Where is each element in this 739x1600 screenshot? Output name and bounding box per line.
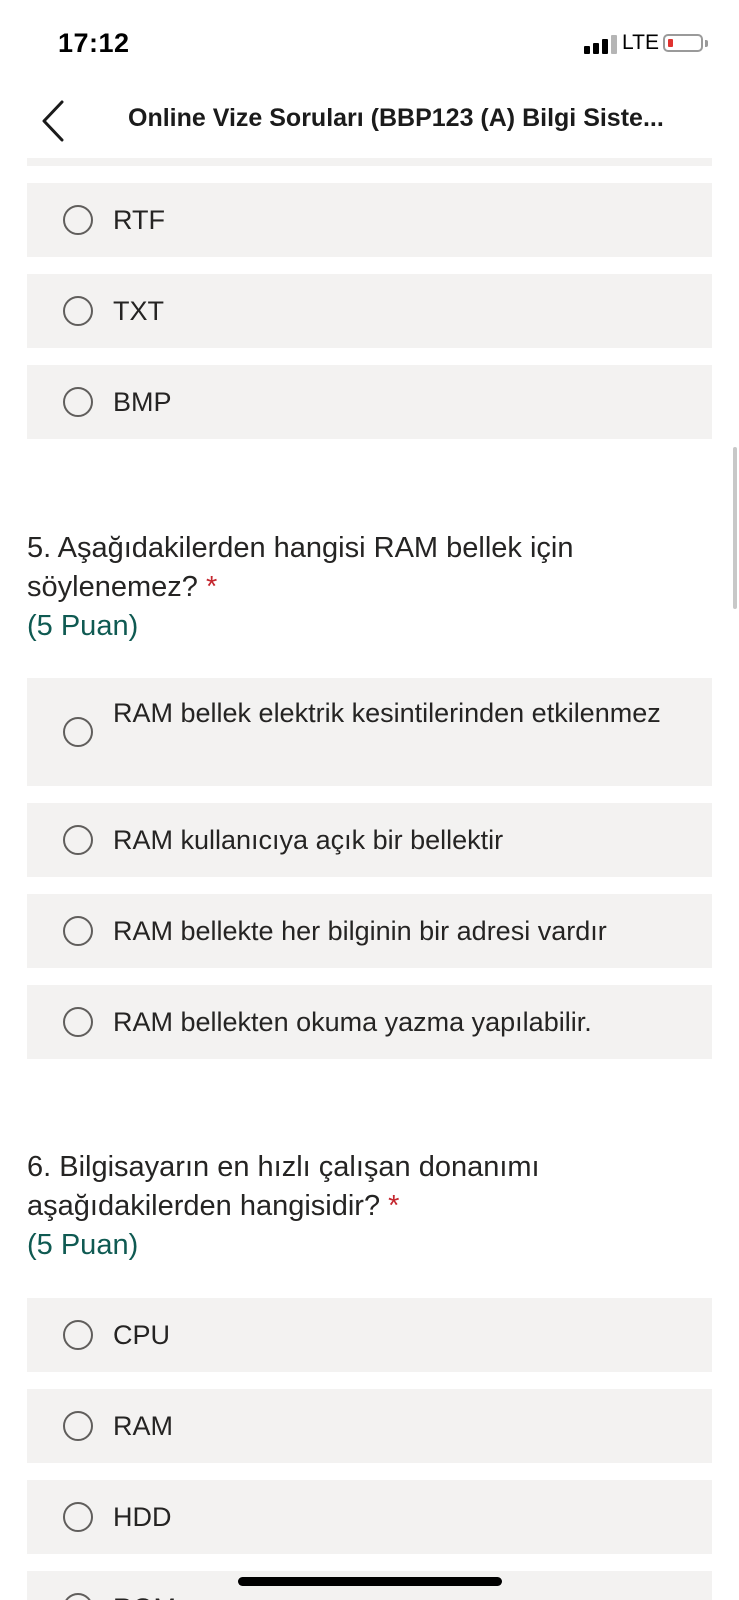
required-mark: * [205,571,218,603]
status-bar: 17:12 LTE [0,0,739,88]
radio-button[interactable] [63,387,93,417]
option-q4-bmp[interactable]: BMP [27,365,712,439]
battery-nub [705,40,708,47]
battery-low-icon [663,34,703,52]
home-indicator [238,1577,502,1586]
question-5: 5. Aşağıdakilerden hangisi RAM bellek iç… [27,529,712,646]
radio-button[interactable] [63,916,93,946]
nav-bar: Online Vize Soruları (BBP123 (A) Bilgi S… [0,88,739,158]
status-time: 17:12 [58,28,130,58]
option-q4-rtf[interactable]: RTF [27,183,712,257]
option-q6-hdd[interactable]: HDD [27,1480,712,1554]
radio-button[interactable] [63,717,93,747]
option-label: RAM bellek elektrik kesintilerinden etki… [113,698,661,728]
radio-button[interactable] [63,1007,93,1037]
option-label: RAM [113,1411,173,1441]
signal-bars-icon [584,34,618,54]
question-points: (5 Puan) [27,610,139,642]
scrollbar-thumb[interactable] [733,447,737,609]
chevron-left-icon[interactable] [30,92,90,150]
radio-button[interactable] [63,1502,93,1532]
option-label: CPU [113,1320,171,1350]
radio-button[interactable] [63,1411,93,1441]
network-label: LTE [622,31,659,54]
question-points: (5 Puan) [27,1229,139,1261]
option-q6-cpu[interactable]: CPU [27,1298,712,1372]
option-label: TXT [113,296,164,326]
option-q5-a[interactable]: RAM bellek elektrik kesintilerinden etki… [27,678,712,786]
option-label: RTF [113,205,165,235]
question-6: 6. Bilgisayarın en hızlı çalışan donanım… [27,1148,712,1265]
page-title: Online Vize Soruları (BBP123 (A) Bilgi S… [128,104,664,132]
option-q6-ram[interactable]: RAM [27,1389,712,1463]
radio-button[interactable] [63,205,93,235]
option-label: RAM bellekten okuma yazma yapılabilir. [113,1007,592,1037]
option-label: ROM [113,1590,693,1600]
radio-button[interactable] [63,825,93,855]
question-text: 6. Bilgisayarın en hızlı çalışan donanım… [27,1151,540,1222]
battery-level [668,39,673,47]
option-label: RAM kullanıcıya açık bir bellektir [113,825,504,855]
option-label: RAM bellekte her bilginin bir adresi var… [113,916,607,946]
radio-button[interactable] [63,1593,93,1600]
option-q5-b[interactable]: RAM kullanıcıya açık bir bellektir [27,803,712,877]
option-q5-d[interactable]: RAM bellekten okuma yazma yapılabilir. [27,985,712,1059]
option-label: HDD [113,1502,172,1532]
option-remnant [27,158,712,166]
option-q4-txt[interactable]: TXT [27,274,712,348]
radio-button[interactable] [63,1320,93,1350]
radio-button[interactable] [63,296,93,326]
option-q5-c[interactable]: RAM bellekte her bilginin bir adresi var… [27,894,712,968]
question-text: 5. Aşağıdakilerden hangisi RAM bellek iç… [27,532,574,603]
option-label: BMP [113,387,172,417]
required-mark: * [388,1190,400,1222]
